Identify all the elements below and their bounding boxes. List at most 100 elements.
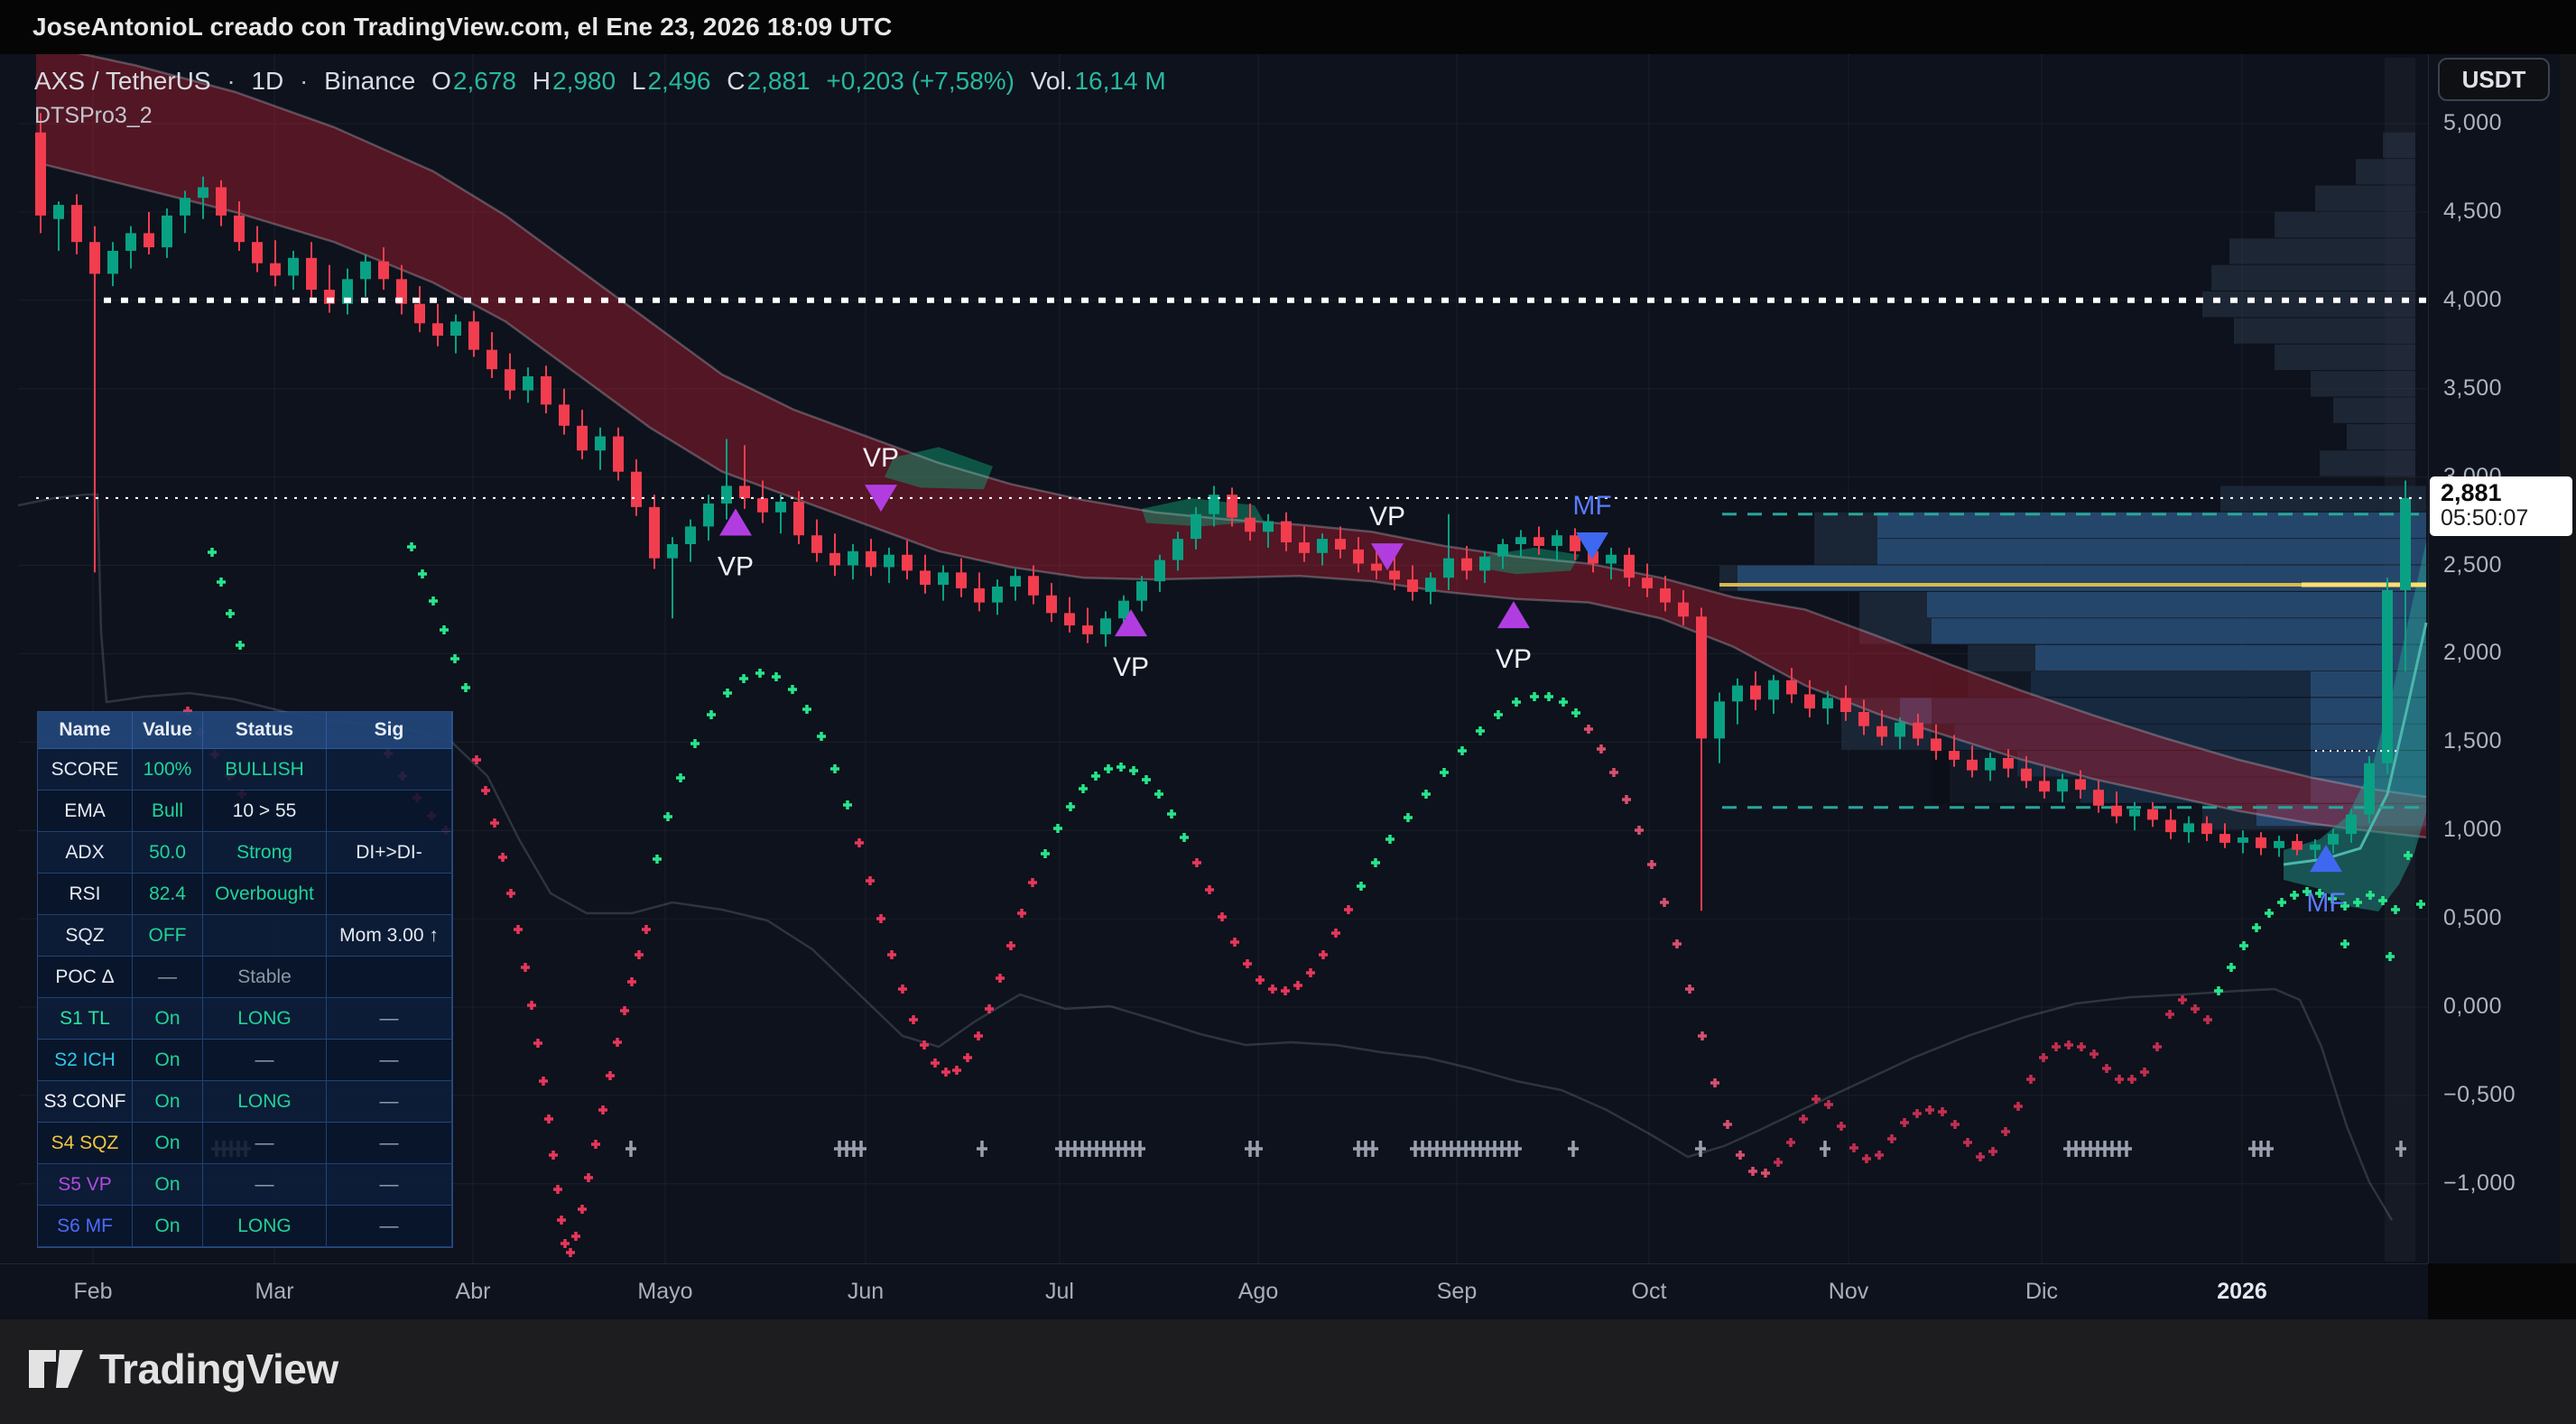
indicator-status-cell: LONG [203, 998, 327, 1040]
indicator-name-cell: S6 MF [38, 1206, 133, 1247]
indicator-value-cell: — [133, 957, 203, 998]
month-label[interactable]: Oct [1632, 1279, 1667, 1305]
volume-profile-grey-bar [2275, 345, 2415, 370]
indicator-status-cell: Stable [203, 957, 327, 998]
low-value: 2,496 [647, 67, 710, 95]
last-price-label: 2,881 05:50:07 [2430, 476, 2572, 536]
indicator-name-cell: S3 CONF [38, 1081, 133, 1123]
vp-signal-label: VP [1113, 652, 1149, 682]
tradingview-logo-text: TradingView [99, 1345, 338, 1393]
indicator-row-score: SCORE100%BULLISH [38, 749, 452, 791]
volume-profile-grey-bar [2211, 265, 2415, 291]
indicator-sig-cell: — [327, 1040, 452, 1081]
symbol-name[interactable]: AXS / TetherUS [34, 67, 211, 95]
price-tick: −1,000 [2443, 1170, 2516, 1197]
interval[interactable]: 1D [251, 67, 283, 95]
tradingview-logo: TradingView [27, 1345, 338, 1393]
momentum-dot-wave [1584, 725, 1770, 1178]
indicator-row-s2-ich: S2 ICHOn—— [38, 1040, 452, 1081]
watermark-text: JoseAntonioL creado con TradingView.com,… [32, 13, 893, 42]
momentum-dot-wave [407, 542, 470, 692]
vp-signal-label: VP [1369, 502, 1405, 532]
indicator-name-cell: EMA [38, 791, 133, 832]
volume-profile-grey-bar [2234, 318, 2415, 343]
separator-dot: · [227, 67, 235, 95]
indicator-header-cell: Status [203, 712, 327, 749]
month-label[interactable]: Feb [73, 1279, 112, 1305]
indicator-value-cell: OFF [133, 915, 203, 957]
price-tick: 1,500 [2443, 728, 2502, 754]
indicator-value-cell: Bull [133, 791, 203, 832]
volume-profile-grey-bar [2320, 450, 2415, 476]
axis-margin [2560, 54, 2576, 1263]
indicator-status-cell: — [203, 1123, 327, 1164]
vp-signal-label: VP [718, 552, 754, 582]
month-label[interactable]: 2026 [2217, 1279, 2267, 1305]
close-value: 2,881 [747, 67, 811, 95]
indicator-value-cell: 100% [133, 749, 203, 791]
indicator-value-cell: 50.0 [133, 832, 203, 874]
month-label[interactable]: Sep [1437, 1279, 1477, 1305]
squeeze-hash-markers [211, 1141, 2406, 1157]
momentum-dot-wave [653, 669, 852, 864]
indicator-sig-cell: — [327, 1123, 452, 1164]
indicator-header-cell: Name [38, 712, 133, 749]
volume-profile-grey-bar [2383, 133, 2415, 158]
month-label[interactable]: Dic [2025, 1279, 2058, 1305]
price-tick: 2,500 [2443, 552, 2502, 578]
month-label[interactable]: Ago [1238, 1279, 1278, 1305]
volume-label: Vol. [1031, 67, 1073, 95]
vp-signal-up-icon[interactable] [1497, 601, 1530, 628]
month-label[interactable]: Jun [848, 1279, 884, 1305]
vp-signal-up-icon[interactable] [719, 509, 752, 536]
indicator-title[interactable]: DTSPro3_2 [34, 103, 153, 129]
currency-toggle-button[interactable]: USDT [2438, 58, 2550, 101]
mf-signal-down-icon[interactable] [1576, 532, 1608, 559]
volume-profile-grey-bar [2229, 238, 2415, 264]
tradingview-chart-export: JoseAntonioL creado con TradingView.com,… [0, 0, 2576, 1424]
price-axis[interactable]: USDT 5,0004,5004,0003,5003,0002,5002,000… [2428, 54, 2561, 1263]
indicator-table-header: NameValueStatusSig [38, 712, 452, 749]
month-label[interactable]: Mar [255, 1279, 293, 1305]
price-tick: 2,000 [2443, 640, 2502, 666]
vp-signal-label: VP [1496, 644, 1532, 674]
momentum-dot-wave [1774, 995, 2212, 1167]
indicator-row-s6-mf: S6 MFOnLONG— [38, 1206, 452, 1247]
indicator-row-sqz: SQZOFFMom 3.00 ↑ [38, 915, 452, 957]
volume-profile-grey-bar [2356, 159, 2415, 184]
indicator-status-cell: Overbought [203, 874, 327, 915]
indicator-sig-cell [327, 791, 452, 832]
time-axis[interactable]: Feb Mar Abr Mayo Jun Jul Ago Sep Oct Nov Dic 2026 [0, 1263, 2428, 1320]
indicator-row-s5-vp: S5 VPOn—— [38, 1164, 452, 1206]
indicator-row-s1-tl: S1 TLOnLONG— [38, 998, 452, 1040]
watermark-bar: JoseAntonioL creado con TradingView.com,… [0, 0, 2576, 54]
indicator-row-rsi: RSI82.4Overbought [38, 874, 452, 915]
indicator-status-cell: — [203, 1040, 327, 1081]
symbol-header: AXS / TetherUS · 1D · Binance O2,678 H2,… [34, 67, 1175, 96]
month-label[interactable]: Mayo [637, 1279, 692, 1305]
volume-profile-bar [1877, 513, 2426, 538]
volume-value: 16,14 M [1074, 67, 1165, 95]
high-label: H [533, 67, 551, 95]
indicator-sig-cell [327, 874, 452, 915]
indicator-value-cell: On [133, 1206, 203, 1247]
volume-profile-bar [1877, 539, 2426, 564]
month-label[interactable]: Abr [456, 1279, 491, 1305]
indicator-value-cell: On [133, 998, 203, 1040]
volume-profile-grey-bar [2333, 397, 2415, 422]
indicator-name-cell: S5 VP [38, 1164, 133, 1206]
indicator-sig-cell: — [327, 1081, 452, 1123]
open-value: 2,678 [453, 67, 516, 95]
vp-signal-label: VP [863, 443, 899, 473]
month-label[interactable]: Jul [1045, 1279, 1074, 1305]
month-label[interactable]: Nov [1829, 1279, 1868, 1305]
indicator-status-cell [203, 915, 327, 957]
indicator-name-cell: RSI [38, 874, 133, 915]
indicator-name-cell: S4 SQZ [38, 1123, 133, 1164]
bar-countdown: 05:50:07 [2441, 506, 2572, 531]
price-tick: 4,000 [2443, 287, 2502, 313]
indicator-sig-cell: DI+>DI- [327, 832, 452, 874]
indicator-status-cell: BULLISH [203, 749, 327, 791]
volume-profile-bar [1927, 592, 2426, 617]
price-tick: 3,500 [2443, 375, 2502, 402]
